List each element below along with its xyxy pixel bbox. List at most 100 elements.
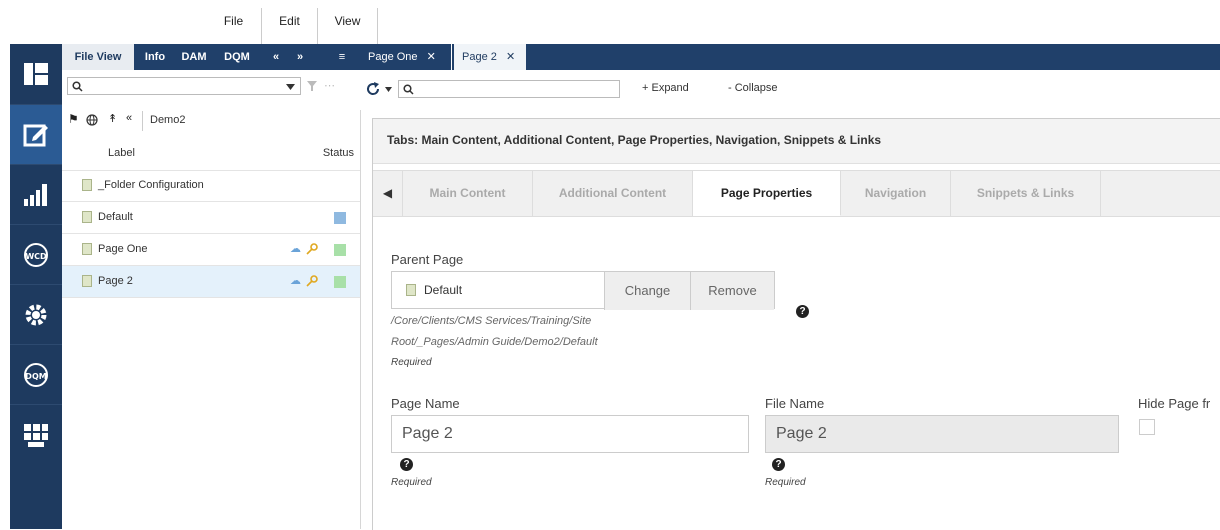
dropdown-caret-icon[interactable] [286, 84, 295, 90]
dqm-icon[interactable]: DQM [10, 344, 62, 405]
tab-page-properties[interactable]: Page Properties [693, 171, 841, 216]
page-icon [82, 275, 92, 287]
wcd-label: WCD [25, 252, 47, 261]
rewind-icon[interactable]: « [266, 44, 286, 70]
file-row-page-2[interactable]: Page 2 ☁ [62, 266, 360, 298]
analytics-icon[interactable] [10, 164, 62, 225]
expand-button[interactable]: + Expand [642, 82, 689, 94]
page-icon [406, 284, 416, 296]
tabs-heading-text: Tabs: Main Content, Additional Content, … [387, 133, 882, 147]
change-button[interactable]: Change [604, 272, 690, 310]
help-icon[interactable]: ? [796, 305, 809, 318]
menu-file[interactable]: File [206, 8, 262, 44]
tab-label: Page 2 [462, 51, 497, 63]
dropdown-caret-icon[interactable] [385, 87, 392, 92]
page-icon [82, 211, 92, 223]
column-header: Label Status [62, 138, 360, 171]
parent-page-path-line1: /Core/Clients/CMS Services/Training/Site [391, 315, 592, 327]
file-name-label: File Name [765, 396, 825, 411]
hide-page-label: Hide Page fr [1138, 396, 1211, 411]
back-icon[interactable]: « [126, 112, 132, 124]
filter-icon[interactable] [306, 80, 318, 92]
layout-icon[interactable] [10, 44, 62, 104]
flag-icon[interactable]: ⚑ [68, 112, 79, 126]
label-column-header[interactable]: Label [108, 147, 135, 159]
status-indicator [334, 276, 346, 288]
search-icon [403, 84, 414, 95]
tab-label: Page One [368, 51, 418, 63]
folder-name: Demo2 [150, 114, 186, 126]
page-name-input[interactable]: Page 2 [391, 415, 749, 453]
workflow-icon: ☁ [290, 243, 301, 255]
search-icon [72, 81, 83, 92]
wcd-icon[interactable]: WCD [10, 224, 62, 285]
tab-snippets-links[interactable]: Snippets & Links [951, 171, 1101, 216]
required-note: Required [391, 357, 432, 368]
content-toolbar: + Expand - Collapse [360, 70, 1220, 110]
help-icon[interactable]: ? [400, 458, 413, 471]
panel-search-input[interactable] [67, 77, 301, 95]
parent-page-path-line2: Root/_Pages/Admin Guide/Demo2/Default [391, 336, 598, 348]
dqm-label: DQM [25, 372, 46, 381]
required-note: Required [765, 477, 806, 488]
file-row-label: _Folder Configuration [98, 179, 204, 191]
menu-bar: File Edit View [10, 8, 1220, 45]
collapse-button[interactable]: - Collapse [728, 82, 778, 94]
menu-view[interactable]: View [318, 8, 378, 44]
parent-page-label: Parent Page [391, 252, 464, 267]
remove-button[interactable]: Remove [690, 272, 774, 310]
page-name-label: Page Name [391, 396, 460, 411]
tab-main-content[interactable]: Main Content [403, 171, 533, 216]
file-name-input[interactable]: Page 2 [765, 415, 1119, 453]
tab-additional-content[interactable]: Additional Content [533, 171, 693, 216]
tab-info[interactable]: Info [138, 44, 172, 70]
help-icon[interactable]: ? [772, 458, 785, 471]
tab-page-2[interactable]: Page 2 ✕ [454, 44, 526, 70]
more-icon[interactable]: ⋯ [324, 79, 335, 92]
edit-icon[interactable] [10, 104, 62, 165]
tabs-heading: Tabs: Main Content, Additional Content, … [373, 119, 1220, 164]
page-icon [82, 179, 92, 191]
file-row-page-one[interactable]: Page One ☁ [62, 234, 360, 266]
file-row-folder-config[interactable]: _Folder Configuration [62, 170, 360, 202]
tab-navigation[interactable]: Navigation [841, 171, 951, 216]
tab-dqm[interactable]: DQM [216, 44, 258, 70]
refresh-icon[interactable] [366, 82, 380, 96]
forward-icon[interactable]: » [290, 44, 310, 70]
divider [142, 111, 143, 131]
tab-page-one[interactable]: Page One ✕ [360, 44, 452, 70]
parent-page-value: Default [424, 283, 463, 297]
folder-toolbar: ⚑ ↟ « Demo2 [62, 106, 360, 138]
required-note: Required [391, 477, 432, 488]
chevron-left-icon[interactable]: ◀ [373, 171, 403, 216]
left-nav: WCD DQM [10, 44, 62, 529]
file-row-label: Page One [98, 243, 148, 255]
panel-tab-bar: File View Info DAM DQM « » ≡ [62, 44, 360, 70]
hide-page-checkbox[interactable] [1139, 419, 1155, 435]
file-row-label: Default [98, 211, 133, 223]
menu-edit[interactable]: Edit [262, 8, 318, 44]
close-icon[interactable]: ✕ [427, 51, 436, 63]
globe-icon[interactable] [86, 114, 98, 126]
content-search-input[interactable] [398, 80, 620, 98]
tab-file-view[interactable]: File View [62, 44, 134, 70]
status-column-header[interactable]: Status [323, 147, 354, 159]
apps-icon[interactable] [10, 404, 62, 465]
parent-page-field: Default Change Remove [391, 271, 775, 310]
up-level-icon[interactable]: ↟ [108, 112, 117, 125]
page-editor: Tabs: Main Content, Additional Content, … [372, 118, 1220, 530]
key-icon [306, 275, 318, 287]
page-icon [82, 243, 92, 255]
key-icon [306, 243, 318, 255]
tab-dam[interactable]: DAM [174, 44, 214, 70]
close-icon[interactable]: ✕ [506, 51, 515, 63]
section-tab-bar: ◀ Main Content Additional Content Page P… [373, 170, 1220, 217]
file-row-label: Page 2 [98, 275, 133, 287]
file-row-default[interactable]: Default [62, 202, 360, 234]
workflow-icon: ☁ [290, 275, 301, 287]
status-indicator [334, 212, 346, 224]
settings-icon[interactable] [10, 284, 62, 345]
file-view-panel: File View Info DAM DQM « » ≡ ⋯ ⚑ ↟ « Dem… [62, 44, 361, 529]
content-tab-bar: Page One ✕ Page 2 ✕ [360, 44, 1220, 70]
menu-icon[interactable]: ≡ [332, 44, 352, 70]
